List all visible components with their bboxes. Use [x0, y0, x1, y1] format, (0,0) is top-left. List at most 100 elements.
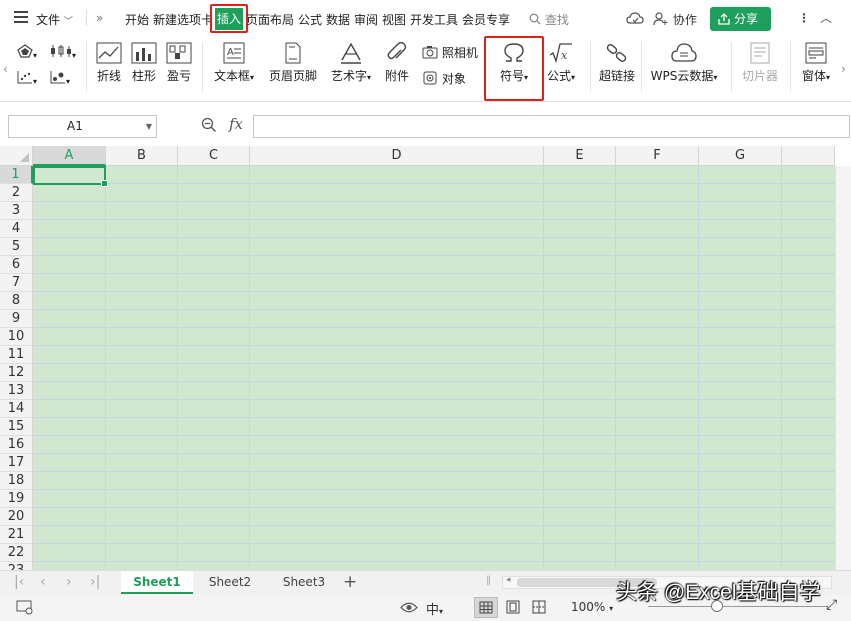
row-header[interactable]: 6	[0, 256, 33, 274]
hamburger-icon[interactable]	[14, 11, 28, 23]
row-header-1[interactable]: 1	[0, 166, 33, 184]
collapse-ribbon-icon[interactable]: ︿	[820, 9, 832, 26]
column-header-b[interactable]: B	[106, 146, 178, 166]
tab-page-layout[interactable]: 页面布局	[246, 11, 294, 28]
wordart-button[interactable]: 艺术字▾	[327, 42, 375, 84]
page-break-view-icon[interactable]	[532, 600, 546, 614]
input-mode-icon[interactable]: 中▾	[426, 599, 443, 618]
row-header[interactable]: 22	[0, 544, 33, 562]
row-header[interactable]: 14	[0, 400, 33, 418]
more-tabs-icon[interactable]: »	[96, 11, 103, 25]
user-add-icon	[653, 12, 668, 26]
active-cell-a1[interactable]	[33, 166, 108, 187]
macro-record-icon[interactable]	[16, 600, 34, 615]
formula-input[interactable]	[253, 115, 850, 138]
tab-new-tab[interactable]: 新建选项卡	[153, 11, 213, 28]
row-header[interactable]: 12	[0, 364, 33, 382]
attachment-button[interactable]: 附件	[382, 42, 412, 84]
zoom-slider[interactable]	[648, 606, 828, 607]
search-box[interactable]: 查找	[529, 11, 569, 28]
column-header-d[interactable]: D	[250, 146, 544, 166]
bubble-chart-dropdown[interactable]: ▾	[50, 70, 70, 87]
eye-protection-icon[interactable]	[400, 601, 418, 614]
sparkline-line-button[interactable]: 折线	[95, 42, 123, 84]
prev-sheet-icon[interactable]: ‹	[40, 574, 46, 590]
zoom-level[interactable]: 100% ▾	[571, 600, 613, 614]
row-header[interactable]: 7	[0, 274, 33, 292]
tab-developer[interactable]: 开发工具	[410, 11, 458, 28]
row-header[interactable]: 13	[0, 382, 33, 400]
slicer-button[interactable]: 切片器	[738, 42, 782, 84]
sheet-tab-sheet1[interactable]: Sheet1	[121, 571, 193, 594]
scroll-left-icon[interactable]: ◂	[506, 575, 511, 585]
normal-view-button[interactable]	[474, 597, 498, 618]
row-header[interactable]: 17	[0, 454, 33, 472]
row-header[interactable]: 23	[0, 562, 33, 570]
fullscreen-icon[interactable]: ⤢	[826, 597, 837, 613]
row-header[interactable]: 18	[0, 472, 33, 490]
row-header[interactable]: 16	[0, 436, 33, 454]
spreadsheet-grid[interactable]: A B C D E F G 1 2 3 4 5 6 7 8 9 10 11 12…	[0, 146, 851, 570]
page-layout-view-icon[interactable]	[506, 600, 520, 614]
row-header[interactable]: 2	[0, 184, 33, 202]
cell-area[interactable]	[33, 166, 835, 570]
select-all-corner[interactable]	[0, 146, 33, 166]
tab-home[interactable]: 开始	[125, 11, 149, 28]
equation-button[interactable]: x 公式▾	[542, 42, 580, 84]
hyperlink-button[interactable]: 超链接	[596, 42, 638, 84]
row-header[interactable]: 21	[0, 526, 33, 544]
row-header[interactable]: 11	[0, 346, 33, 364]
header-footer-button[interactable]: 页眉页脚	[266, 42, 320, 84]
cloud-sync-icon[interactable]	[626, 11, 644, 25]
row-header[interactable]: 8	[0, 292, 33, 310]
chart-type-dropdown[interactable]: ▾	[17, 44, 37, 61]
vertical-scrollbar[interactable]	[835, 166, 851, 570]
stock-chart-dropdown[interactable]: ▾	[50, 44, 76, 61]
scatter-chart-dropdown[interactable]: ▾	[17, 70, 37, 87]
next-sheet-icon[interactable]: ›	[66, 574, 72, 590]
row-header[interactable]: 20	[0, 508, 33, 526]
zoom-icon[interactable]	[201, 117, 217, 133]
insert-function-button[interactable]: fx	[229, 115, 243, 133]
column-header-h[interactable]	[782, 146, 835, 166]
column-header-e[interactable]: E	[544, 146, 616, 166]
more-options-icon[interactable]: ⋮	[798, 11, 810, 25]
sparkline-column-button[interactable]: 柱形	[130, 42, 158, 84]
share-button[interactable]: 分享	[710, 7, 771, 31]
tab-review[interactable]: 审阅	[354, 11, 378, 28]
row-header[interactable]: 15	[0, 418, 33, 436]
tab-splitter[interactable]: ‖	[486, 575, 491, 586]
header-footer-label: 页眉页脚	[268, 69, 317, 83]
column-header-f[interactable]: F	[616, 146, 699, 166]
sheet-tab-sheet3[interactable]: Sheet3	[270, 571, 338, 594]
textbox-button[interactable]: A 文本框▾	[210, 42, 258, 84]
ribbon-scroll-left-icon[interactable]: ‹	[3, 62, 8, 76]
collab-button[interactable]: 协作	[653, 11, 697, 29]
row-header[interactable]: 3	[0, 202, 33, 220]
bubble-chart-icon	[50, 71, 65, 84]
ribbon-scroll-right-icon[interactable]: ›	[841, 62, 846, 76]
row-header[interactable]: 19	[0, 490, 33, 508]
file-menu[interactable]: 文件 ﹀	[36, 11, 73, 28]
row-header[interactable]: 10	[0, 328, 33, 346]
row-header[interactable]: 4	[0, 220, 33, 238]
column-header-g[interactable]: G	[699, 146, 782, 166]
row-header[interactable]: 9	[0, 310, 33, 328]
form-controls-button[interactable]: 窗体▾	[797, 42, 835, 84]
row-header[interactable]: 5	[0, 238, 33, 256]
sparkline-winloss-button[interactable]: 盈亏	[165, 42, 193, 84]
sheet-tab-sheet2[interactable]: Sheet2	[196, 571, 264, 594]
first-sheet-icon[interactable]: |‹	[14, 574, 24, 590]
column-header-a[interactable]: A	[33, 146, 106, 166]
wps-cloud-data-button[interactable]: WPS云数据▾	[647, 42, 721, 84]
tab-member[interactable]: 会员专享	[462, 11, 510, 28]
add-sheet-button[interactable]: +	[343, 572, 357, 592]
object-button[interactable]: 对象	[422, 70, 466, 87]
column-header-c[interactable]: C	[178, 146, 250, 166]
tab-data[interactable]: 数据	[326, 11, 350, 28]
name-box[interactable]: A1 ▼	[8, 115, 157, 138]
last-sheet-icon[interactable]: ›|	[90, 574, 100, 590]
tab-view[interactable]: 视图	[382, 11, 406, 28]
tab-formulas[interactable]: 公式	[298, 11, 322, 28]
camera-button[interactable]: 照相机	[422, 44, 478, 61]
